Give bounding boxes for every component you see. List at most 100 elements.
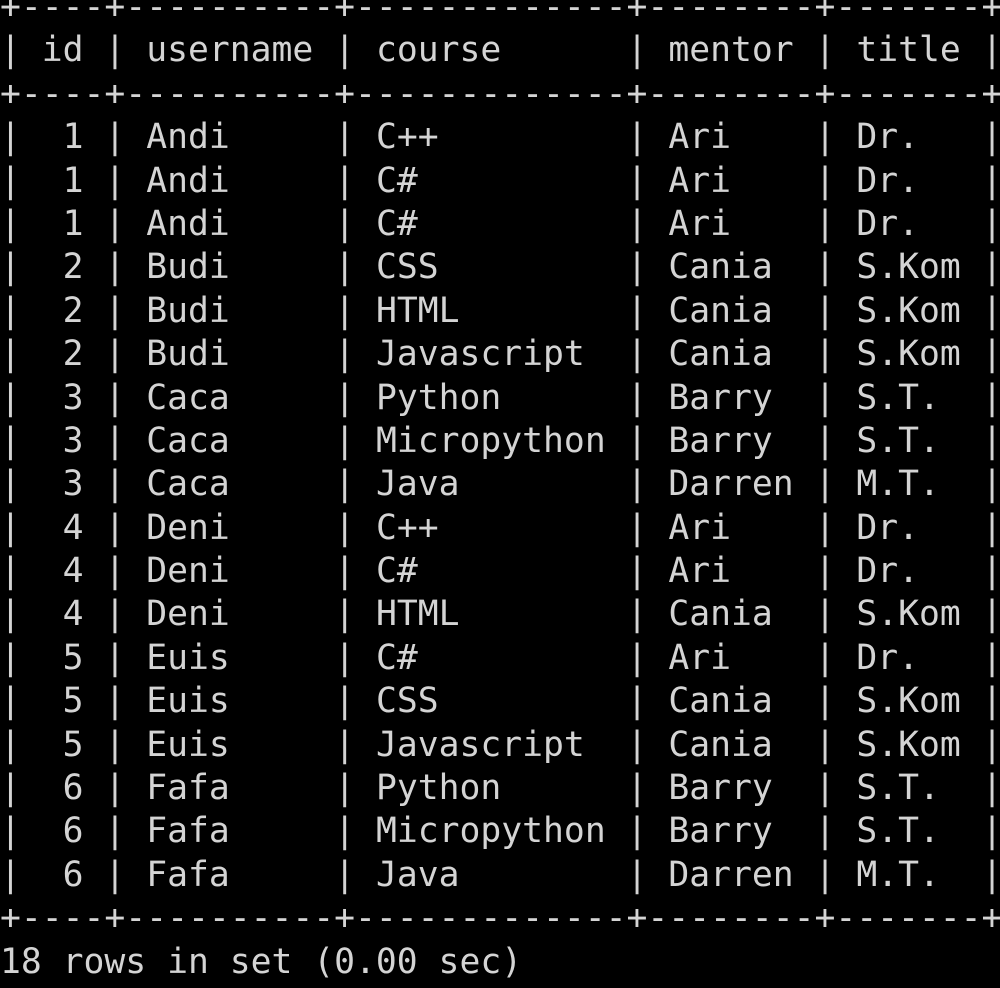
cell-id: 5 <box>62 724 84 765</box>
cell-course: C++ <box>375 117 439 158</box>
table-border: +----+----------+-------------+--------+… <box>0 73 1000 114</box>
cell-username: Fafa <box>146 811 230 852</box>
cell-id: 6 <box>62 854 84 895</box>
cell-course: Python <box>375 377 502 418</box>
cell-title: S.Kom <box>856 247 961 288</box>
cell-mentor: Barry <box>668 811 773 852</box>
cell-course: C# <box>375 551 418 592</box>
cell-mentor: Darren <box>668 464 794 505</box>
cell-title: S.T. <box>856 768 940 809</box>
cell-mentor: Cania <box>668 247 773 288</box>
cell-course: C# <box>375 203 418 244</box>
cell-id: 2 <box>62 290 84 331</box>
cell-title: Dr. <box>856 117 919 158</box>
cell-id: 4 <box>62 551 84 592</box>
table-row: | 4 | Deni | HTML | Cania | S.Kom | <box>0 594 1000 635</box>
cell-username: Caca <box>146 377 230 418</box>
table-row: | 5 | Euis | Javascript | Cania | S.Kom … <box>0 724 1000 765</box>
cell-username: Andi <box>146 160 230 201</box>
cell-mentor: Cania <box>668 724 773 765</box>
cell-title: S.T. <box>856 377 940 418</box>
cell-title: Dr. <box>856 507 919 548</box>
table-header: | id | username | course | mentor | titl… <box>0 30 1000 71</box>
cell-username: Euis <box>146 637 230 678</box>
cell-id: 6 <box>62 768 84 809</box>
table-row: | 6 | Fafa | Python | Barry | S.T. | <box>0 768 1000 809</box>
cell-course: Micropython <box>375 811 606 852</box>
cell-title: S.Kom <box>856 681 961 722</box>
terminal-output: +----+----------+-------------+--------+… <box>0 0 1000 984</box>
cell-username: Caca <box>146 420 230 461</box>
table-row: | 1 | Andi | C++ | Ari | Dr. | <box>0 117 1000 158</box>
cell-title: Dr. <box>856 203 920 244</box>
table-border: +----+----------+-------------+--------+… <box>0 0 1000 27</box>
cell-title: S.Kom <box>856 290 961 331</box>
cell-mentor: Ari <box>668 507 732 548</box>
cell-course: CSS <box>375 681 439 722</box>
table-row: | 1 | Andi | C# | Ari | Dr. | <box>0 203 1000 244</box>
cell-mentor: Cania <box>668 290 773 331</box>
cell-username: Fafa <box>146 768 230 809</box>
cell-course: C# <box>375 160 418 201</box>
cell-id: 2 <box>62 334 84 375</box>
cell-course: Micropython <box>375 420 606 461</box>
cell-username: Budi <box>146 290 230 331</box>
cell-id: 3 <box>62 464 84 505</box>
cell-mentor: Cania <box>668 681 773 722</box>
cell-mentor: Cania <box>668 334 773 375</box>
cell-course: HTML <box>375 594 460 635</box>
cell-id: 1 <box>62 160 84 201</box>
table-row: | 5 | Euis | C# | Ari | Dr. | <box>0 637 1000 678</box>
cell-mentor: Barry <box>668 768 773 809</box>
table-row: | 4 | Deni | C++ | Ari | Dr. | <box>0 507 1000 548</box>
cell-username: Andi <box>146 203 230 244</box>
cell-title: Dr. <box>856 551 920 592</box>
cell-mentor: Ari <box>668 551 732 592</box>
cell-id: 1 <box>62 203 84 244</box>
cell-course: C# <box>375 637 418 678</box>
table-row: | 5 | Euis | CSS | Cania | S.Kom | <box>0 681 1000 722</box>
column-header-username: username <box>146 30 314 71</box>
column-header-id: id <box>41 30 84 71</box>
table-row: | 3 | Caca | Java | Darren | M.T. | <box>0 464 1000 505</box>
column-header-mentor: mentor <box>668 30 794 71</box>
cell-username: Euis <box>146 681 230 722</box>
cell-username: Andi <box>146 117 230 158</box>
cell-course: Python <box>375 768 502 809</box>
cell-mentor: Ari <box>668 160 732 201</box>
table-row: | 6 | Fafa | Java | Darren | M.T. | <box>0 854 1000 895</box>
cell-id: 3 <box>62 420 84 461</box>
table-row: | 2 | Budi | CSS | Cania | S.Kom | <box>0 247 1000 288</box>
cell-id: 6 <box>62 811 84 852</box>
cell-id: 2 <box>62 247 84 288</box>
cell-mentor: Ari <box>668 637 732 678</box>
cell-username: Deni <box>146 507 230 548</box>
cell-mentor: Cania <box>668 594 773 635</box>
table-row: | 3 | Caca | Micropython | Barry | S.T. … <box>0 420 1000 461</box>
table-border: +----+----------+-------------+--------+… <box>0 898 1000 939</box>
cell-username: Deni <box>146 594 230 635</box>
cell-title: Dr. <box>856 637 920 678</box>
cell-course: HTML <box>375 290 460 331</box>
cell-mentor: Ari <box>668 117 732 158</box>
cell-title: S.Kom <box>856 724 961 765</box>
cell-title: Dr. <box>856 160 920 201</box>
cell-title: S.Kom <box>856 334 961 375</box>
cell-course: Javascript <box>375 334 585 375</box>
cell-course: Java <box>375 854 460 895</box>
cell-mentor: Barry <box>668 377 773 418</box>
column-header-title: title <box>856 30 961 71</box>
table-row: | 1 | Andi | C# | Ari | Dr. | <box>0 160 1000 201</box>
cell-id: 4 <box>62 507 84 548</box>
cell-username: Euis <box>146 724 230 765</box>
cell-username: Budi <box>146 247 230 288</box>
cell-id: 3 <box>62 377 84 418</box>
cell-mentor: Darren <box>668 854 794 895</box>
table-row: | 2 | Budi | Javascript | Cania | S.Kom … <box>0 334 1000 375</box>
cell-username: Fafa <box>146 854 230 895</box>
cell-mentor: Ari <box>668 203 732 244</box>
table-row: | 4 | Deni | C# | Ari | Dr. | <box>0 551 1000 592</box>
cell-title: S.Kom <box>856 594 961 635</box>
cell-course: Java <box>375 464 460 505</box>
cell-course: C++ <box>375 507 439 548</box>
